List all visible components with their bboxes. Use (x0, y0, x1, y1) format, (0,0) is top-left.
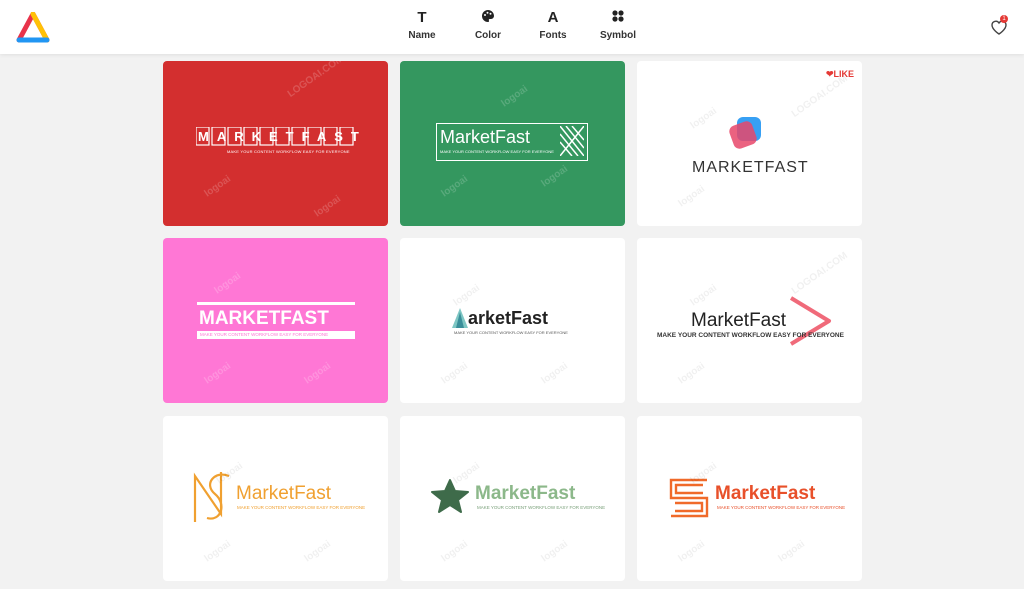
logo-card[interactable]: MARKETFAST MAKE YOUR CONTENT WORKFLOW EA… (163, 61, 388, 226)
watermark-brand: logoai (439, 360, 470, 387)
nav-name-label: Name (408, 30, 436, 41)
watermark-brand: logoai (676, 183, 707, 210)
logo-card[interactable]: arketFast MAKE YOUR CONTENT WORKFLOW EAS… (400, 238, 625, 403)
brand-name: arketFast (468, 308, 549, 328)
watermark-domain: LOGOAI.COM (789, 73, 850, 120)
brand-tagline: MAKE YOUR CONTENT WORKFLOW EASY FOR EVER… (717, 505, 846, 510)
watermark-brand: logoai (202, 538, 233, 565)
watermark-brand: logoai (202, 360, 233, 387)
like-label: LIKE (833, 69, 854, 79)
watermark-brand: logoai (676, 360, 707, 387)
logo-card[interactable]: MarketFast MAKE YOUR CONTENT WORKFLOW EA… (637, 238, 862, 403)
watermark-brand: logoai (451, 282, 482, 309)
watermark-brand: logoai (688, 282, 719, 309)
top-bar: T Name Color A Fonts Symbol 1 (0, 0, 1024, 54)
top-rule (197, 302, 355, 305)
nav-name[interactable]: T Name (392, 9, 452, 41)
watermark-brand: logoai (302, 538, 333, 565)
palette-icon (458, 9, 518, 27)
font-icon: A (547, 9, 559, 26)
watermark-brand: logoai (688, 105, 719, 132)
brand-tagline: MAKE YOUR CONTENT WORKFLOW EASY FOR EVER… (477, 505, 606, 510)
watermark-brand: logoai (312, 193, 343, 220)
brand-name: MARKETFAST (692, 159, 809, 176)
brand-name: MarketFast (440, 127, 531, 147)
watermark-brand: logoai (439, 538, 470, 565)
logo-card[interactable]: MarketFast MAKE YOUR CONTENT WORKFLOW EA… (400, 416, 625, 581)
watermark-domain: LOGOAI.COM (789, 250, 850, 297)
brand-tagline: MAKE YOUR CONTENT WORKFLOW EASY FOR EVER… (454, 330, 568, 335)
watermark-brand: logoai (439, 173, 470, 200)
brand-name: MARKETFAST (198, 129, 367, 144)
maze-s-mark-icon (669, 478, 709, 518)
symbol-icon (588, 9, 648, 27)
mountain-mark-icon (452, 308, 468, 328)
brand-name: MarketFast (475, 483, 576, 504)
watermark-brand: logoai (676, 538, 707, 565)
watermark-domain: LOGOAI.COM (285, 61, 346, 100)
nav-fonts[interactable]: A Fonts (523, 9, 583, 41)
watermark-brand: logoai (499, 83, 530, 110)
brand-name: MarketFast (691, 310, 787, 331)
brand-tagline: MAKE YOUR CONTENT WORKFLOW EASY FOR EVER… (440, 149, 554, 154)
nav-fonts-label: Fonts (539, 30, 567, 41)
watermark-brand: logoai (539, 538, 570, 565)
star-mark-icon (431, 479, 469, 513)
letter-ns-mark-icon (193, 472, 230, 522)
like-button[interactable]: ❤LIKE (826, 69, 854, 80)
brand-name: MarketFast (236, 483, 332, 504)
brand-tagline: MAKE YOUR CONTENT WORKFLOW EASY FOR EVER… (200, 332, 329, 337)
watermark-brand: logoai (776, 538, 807, 565)
brand-name: MARKETFAST (199, 308, 329, 329)
text-icon: T (417, 9, 427, 26)
logo-card[interactable]: MARKETFAST MAKE YOUR CONTENT WORKFLOW EA… (163, 238, 388, 403)
nav-color-label: Color (474, 30, 502, 41)
nav-color[interactable]: Color (458, 9, 518, 41)
watermark-brand: logoai (302, 360, 333, 387)
favorites-count-badge: 1 (1000, 15, 1008, 23)
brand-name: MarketFast (715, 483, 816, 504)
logo-card[interactable]: MarketFast MAKE YOUR CONTENT WORKFLOW EA… (400, 61, 625, 226)
logo-card[interactable]: MarketFast MAKE YOUR CONTENT WORKFLOW EA… (163, 416, 388, 581)
nav-symbol[interactable]: Symbol (588, 9, 648, 41)
brand-tagline: MAKE YOUR CONTENT WORKFLOW EASY FOR EVER… (237, 505, 366, 510)
stripe-mark-icon (560, 126, 584, 156)
overlap-mark-icon (729, 117, 761, 149)
watermark-brand: logoai (212, 270, 243, 297)
watermark-brand: logoai (202, 173, 233, 200)
logo-card[interactable]: MarketFast MAKE YOUR CONTENT WORKFLOW EA… (637, 416, 862, 581)
nav-symbol-label: Symbol (599, 30, 637, 41)
logo-card[interactable]: ❤LIKE MARKETFAST logoai LOGOAI.COM logoa… (637, 61, 862, 226)
watermark-brand: logoai (539, 163, 570, 190)
editor-nav: T Name Color A Fonts Symbol (0, 9, 1024, 49)
watermark-brand: logoai (539, 360, 570, 387)
brand-tagline: MAKE YOUR CONTENT WORKFLOW EASY FOR EVER… (657, 332, 844, 339)
brand-tagline: MAKE YOUR CONTENT WORKFLOW EASY FOR EVER… (227, 149, 350, 154)
play-triangle-icon (789, 296, 831, 346)
